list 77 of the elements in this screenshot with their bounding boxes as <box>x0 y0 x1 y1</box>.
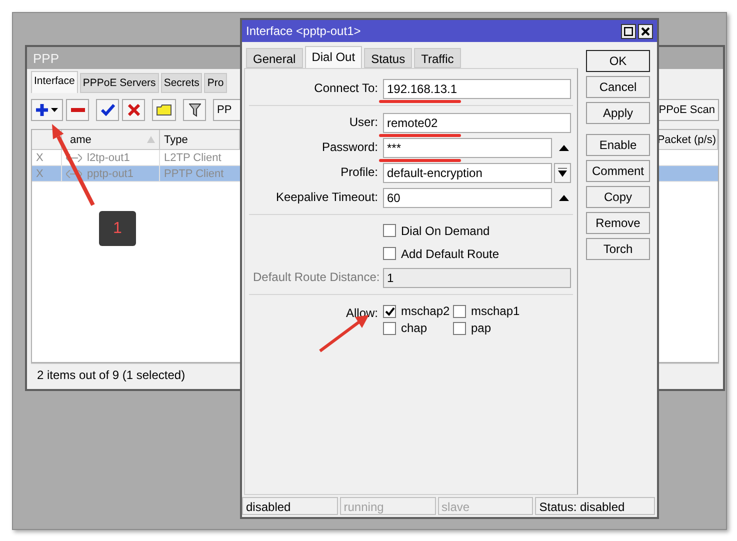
dialog-button[interactable]: OK <box>586 50 650 72</box>
checkbox-label: mschap1 <box>471 304 520 318</box>
dialog-button[interactable]: Copy <box>586 186 650 208</box>
checkbox[interactable] <box>453 322 466 334</box>
profile-select[interactable]: default-encryption <box>383 162 552 182</box>
disable-button[interactable] <box>122 99 145 121</box>
input-field[interactable]: 60 <box>383 188 552 208</box>
column-header[interactable]: ame <box>62 130 160 149</box>
filter-icon <box>188 103 200 117</box>
table-cell: l2tp-out1 <box>87 152 130 164</box>
field-label: Keepalive Timeout: <box>274 189 378 206</box>
close-button[interactable] <box>638 24 653 38</box>
field-label: Profile: <box>340 164 378 181</box>
input-field[interactable]: 192.168.13.1 <box>383 78 571 98</box>
up-arrow-icon[interactable] <box>558 194 570 202</box>
table-cell: X <box>36 152 44 164</box>
table-cell: pptp-out1 <box>87 168 134 180</box>
field-label: Default Route Distance: <box>253 269 378 286</box>
step-number: 1 <box>99 211 136 246</box>
field-label: Connect To: <box>313 80 378 97</box>
checkbox[interactable] <box>383 247 396 260</box>
input-field[interactable]: *** <box>383 138 552 158</box>
checkbox-label: Add Default Route <box>401 246 500 260</box>
dialog-button[interactable]: Comment <box>586 160 650 182</box>
field-label: Password: <box>320 139 378 156</box>
comment-button[interactable] <box>152 99 176 121</box>
up-arrow-icon[interactable] <box>558 144 570 152</box>
checkbox-label: pap <box>471 321 492 335</box>
dialog-button[interactable]: Apply <box>586 102 650 124</box>
dialog-button[interactable]: Enable <box>586 134 650 156</box>
dialog-button[interactable]: Cancel <box>586 76 650 98</box>
tab[interactable]: PPPoE Servers <box>80 73 159 93</box>
dropdown-button[interactable] <box>554 162 571 182</box>
tab[interactable]: Secrets <box>160 73 202 93</box>
dialog-button[interactable]: Remove <box>586 212 650 234</box>
checkbox-label: chap <box>401 321 428 335</box>
field-label: User: <box>348 114 378 131</box>
tab[interactable]: Traffic <box>414 48 461 68</box>
minus-icon <box>70 107 84 113</box>
tab[interactable]: Status <box>364 48 412 68</box>
check-icon <box>100 104 114 116</box>
filter-button[interactable] <box>183 99 206 121</box>
check-icon <box>384 306 394 316</box>
tab[interactable]: Pro <box>204 73 227 93</box>
tunnel-icon <box>66 170 82 178</box>
annotation-arrow <box>319 315 369 352</box>
status-field: Status: disabled <box>535 497 655 515</box>
remove-button[interactable] <box>66 99 89 121</box>
checkbox[interactable] <box>383 304 396 318</box>
checkbox[interactable] <box>383 322 396 334</box>
checkbox-label: mschap2 <box>401 304 450 318</box>
input-field[interactable]: remote02 <box>383 112 571 132</box>
table-cell: X <box>36 168 44 180</box>
maximize-button[interactable] <box>621 24 636 38</box>
table-cell: PPTP Client <box>164 168 224 180</box>
checkbox-label: Dial On Demand <box>401 224 490 238</box>
tab[interactable]: General <box>246 48 303 68</box>
tunnel-icon <box>66 154 82 162</box>
checkbox[interactable] <box>453 304 466 318</box>
checkbox[interactable] <box>383 224 396 237</box>
field-label: Allow: <box>344 305 378 322</box>
status-field: disabled <box>242 497 338 515</box>
status-field: slave <box>438 497 534 515</box>
add-button[interactable] <box>31 99 63 121</box>
enable-button[interactable] <box>96 99 119 121</box>
table-cell: L2TP Client <box>164 152 222 164</box>
toolbar-button[interactable]: PP <box>213 99 243 121</box>
sort-icon <box>147 136 155 143</box>
window-title: Interface <pptp-out1> <box>246 24 362 38</box>
plus-icon <box>35 103 59 117</box>
tab[interactable]: Dial Out <box>304 46 362 68</box>
note-icon <box>156 104 172 116</box>
dialog-button[interactable]: Torch <box>586 238 650 260</box>
dropdown-icon <box>558 168 567 177</box>
tab[interactable]: Interface <box>31 71 78 93</box>
cross-icon <box>128 104 140 116</box>
status-field: running <box>340 497 436 515</box>
